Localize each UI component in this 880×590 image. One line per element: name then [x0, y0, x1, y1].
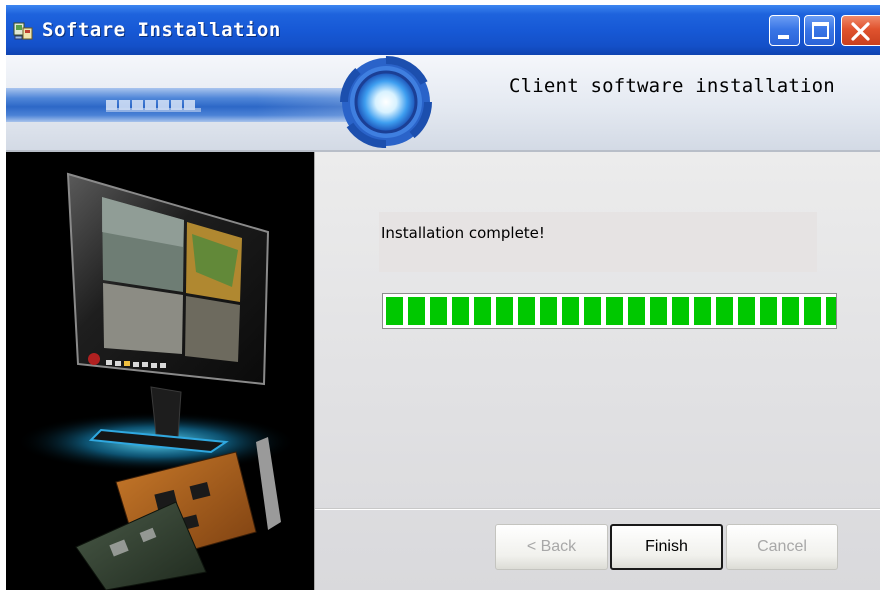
progress-segment — [386, 297, 403, 325]
app-icon — [13, 22, 33, 40]
banner-dots-small — [106, 108, 201, 112]
progress-segment — [562, 297, 579, 325]
status-area — [379, 212, 817, 272]
minimize-button[interactable] — [769, 15, 800, 46]
progress-segment — [738, 297, 755, 325]
progress-segment — [716, 297, 733, 325]
maximize-button[interactable] — [804, 15, 835, 46]
installer-window: Softare Installation Client software ins… — [6, 5, 880, 590]
progress-segment — [474, 297, 491, 325]
close-button[interactable] — [841, 15, 880, 46]
progress-segment — [584, 297, 601, 325]
progress-segment — [782, 297, 799, 325]
close-icon — [851, 22, 870, 41]
title-bar[interactable]: Softare Installation — [6, 5, 880, 55]
content-panel: Installation complete! < Back Finish Can… — [314, 152, 880, 590]
side-product-image — [6, 152, 314, 590]
progress-segment — [540, 297, 557, 325]
progress-segment — [672, 297, 689, 325]
finish-button[interactable]: Finish — [610, 524, 723, 570]
installer-header: Client software installation — [6, 55, 880, 150]
progress-segment — [694, 297, 711, 325]
status-message: Installation complete! — [381, 224, 545, 242]
maximize-icon — [812, 22, 829, 39]
progress-segment — [430, 297, 447, 325]
progress-segment — [408, 297, 425, 325]
window-title: Softare Installation — [42, 19, 281, 41]
progress-segment — [496, 297, 513, 325]
progress-segment — [606, 297, 623, 325]
back-button[interactable]: < Back — [495, 524, 608, 570]
progress-segment — [826, 297, 836, 325]
progress-segment — [452, 297, 469, 325]
minimize-icon — [778, 35, 789, 39]
button-separator — [315, 508, 880, 510]
progress-bar-fill — [386, 297, 836, 325]
progress-segment — [650, 297, 667, 325]
progress-segment — [760, 297, 777, 325]
monitor-illustration — [16, 172, 296, 590]
progress-segment — [518, 297, 535, 325]
progress-segment — [628, 297, 645, 325]
header-title: Client software installation — [509, 75, 835, 97]
progress-bar — [382, 293, 837, 329]
cancel-button[interactable]: Cancel — [726, 524, 838, 570]
globe-orb-icon — [340, 55, 432, 149]
progress-segment — [804, 297, 821, 325]
